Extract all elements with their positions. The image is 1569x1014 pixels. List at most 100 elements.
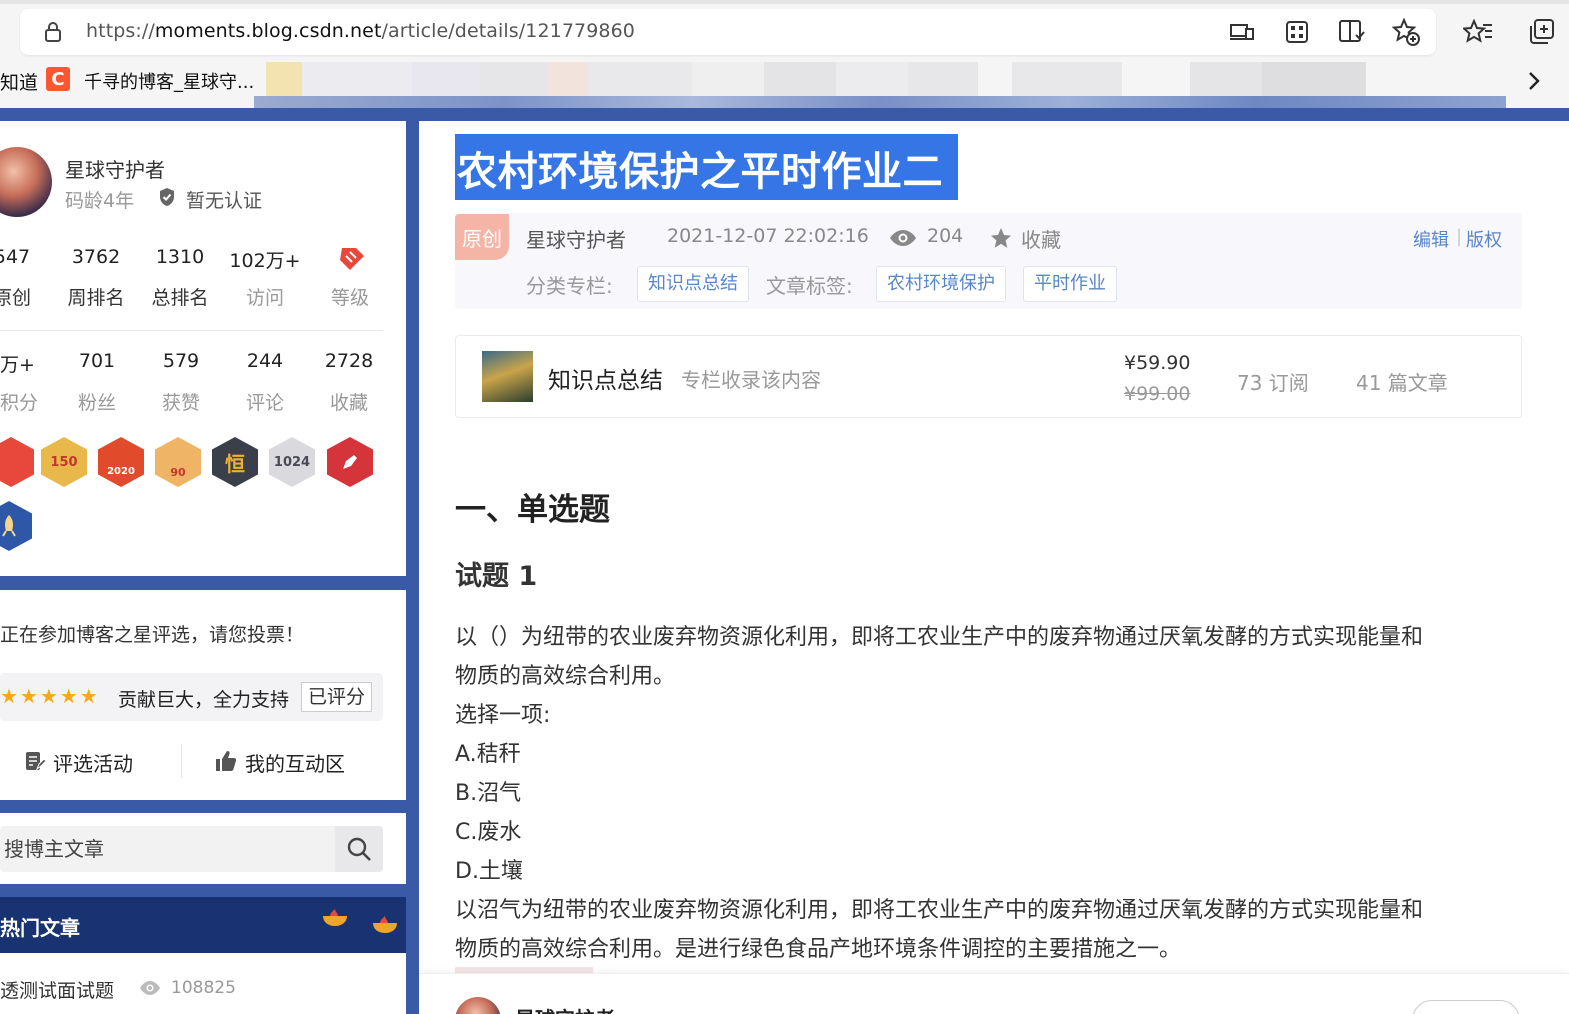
original-tag: 原创	[455, 214, 509, 260]
blurred-bookmark	[908, 62, 978, 98]
meta-date: 2021-12-07 22:02:16	[667, 225, 869, 247]
blurred-bookmark	[764, 62, 836, 98]
stat-fans[interactable]: 701	[55, 350, 139, 372]
column-name[interactable]: 知识点总结	[548, 361, 663, 395]
my-interaction-link[interactable]: 我的互动区	[245, 748, 345, 777]
badge-label: 2020	[107, 465, 135, 477]
column-price: ¥59.90	[1124, 352, 1191, 374]
badge-label: 恒	[225, 451, 245, 476]
apps-icon[interactable]	[1283, 19, 1311, 45]
search-button[interactable]	[335, 826, 383, 872]
divider	[181, 744, 182, 778]
url-text[interactable]: https://moments.blog.csdn.net/article/de…	[86, 20, 635, 42]
badge-label: 1024	[273, 454, 311, 470]
column-original-price: ¥99.00	[1124, 383, 1191, 405]
tags-label: 文章标签:	[766, 274, 853, 298]
url-prefix: https://	[86, 20, 155, 42]
stat-comments: 244	[246, 350, 284, 372]
body-text: 选择一项:	[455, 703, 551, 728]
stat-points: 万+	[0, 354, 35, 376]
favorite-button[interactable]: 收藏	[1021, 224, 1061, 253]
shield-icon	[158, 187, 176, 207]
stat-comments-label: 评论	[245, 392, 284, 414]
fire-bowl-icon	[370, 915, 400, 935]
meta-author[interactable]: 星球守护者	[526, 224, 626, 253]
stat-visits-label: 访问	[245, 287, 284, 309]
follow-button[interactable]	[1412, 1000, 1520, 1014]
article-tag[interactable]: 平时作业	[1023, 266, 1117, 302]
column-subscriptions: 73 订阅	[1237, 371, 1309, 395]
copyright-link[interactable]: 版权	[1466, 226, 1502, 252]
blurred-bookmark	[412, 62, 480, 98]
blurred-bookmark	[302, 62, 412, 98]
blurred-bookmark	[548, 62, 588, 98]
blurred-strip	[254, 96, 1506, 108]
toolbar-author-name[interactable]: 星球守护者	[515, 1003, 615, 1014]
stat-likes: 579	[162, 350, 200, 372]
article-tag[interactable]: 农村环境保护	[876, 266, 1006, 302]
stat-total-rank-label: 总排名	[151, 287, 209, 309]
meta-views: 204	[927, 225, 964, 247]
option-b: B.沼气	[455, 781, 522, 806]
rating-stars-icon[interactable]: ★★★★★	[0, 684, 100, 708]
stat-favorites: 2728	[324, 350, 374, 372]
blurred-bookmark	[1190, 62, 1262, 98]
vote-prompt: 正在参加博客之星评选，请您投票！	[0, 624, 305, 646]
favorites-icon[interactable]	[1462, 17, 1494, 47]
body-text: 以（）为纽带的农业废弃物资源化利用，即将工农业生产中的废弃物通过厌氧发酵的方式实…	[455, 625, 1424, 650]
article-title[interactable]: 农村环境保护之平时作业二	[457, 139, 943, 197]
stat-total-rank[interactable]: 1310	[138, 246, 222, 268]
column-thumbnail[interactable]	[482, 351, 533, 402]
blurred-bookmark	[692, 62, 764, 98]
hot-article-title[interactable]: 透测试面试题	[0, 976, 114, 1003]
question-heading: 试题 1	[455, 561, 538, 592]
vote-comment: 贡献巨大，全力支持	[118, 689, 290, 711]
category-label: 分类专栏:	[526, 274, 613, 298]
body-text: 以沼气为纽带的农业废弃物资源化利用，即将工农业生产中的废弃物通过厌氧发酵的方式实…	[455, 898, 1424, 923]
reader-view-icon[interactable]	[1337, 18, 1367, 46]
lock-icon[interactable]	[42, 20, 64, 44]
blurred-bookmark	[588, 62, 692, 98]
verify-status: 暂无认证	[186, 190, 263, 212]
eye-icon	[139, 980, 161, 996]
option-d: D.土壤	[455, 859, 523, 884]
stat-original-count[interactable]: 547	[0, 246, 54, 268]
edit-list-icon	[24, 750, 47, 772]
badge-label: 150	[50, 454, 78, 470]
section-heading: 一、单选题	[455, 492, 610, 528]
evaluation-activity-link[interactable]: 评选活动	[53, 748, 133, 777]
rated-button[interactable]: 已评分	[301, 682, 373, 712]
search-icon	[347, 837, 371, 861]
chevron-right-icon[interactable]	[1522, 68, 1546, 94]
csdn-logo-icon: C	[46, 67, 70, 91]
stat-week-rank[interactable]: 3762	[54, 246, 138, 268]
eye-icon	[889, 228, 917, 248]
search-input[interactable]	[0, 826, 335, 872]
level-icon[interactable]	[336, 244, 366, 272]
collections-icon[interactable]	[1528, 17, 1560, 47]
edit-link[interactable]: 编辑	[1413, 226, 1449, 252]
hot-articles-title: 热门文章	[0, 916, 80, 940]
stat-week-rank-label: 周排名	[67, 287, 125, 309]
tab-strip-edge	[0, 0, 1569, 4]
url-host: moments.blog.csdn.net	[154, 20, 382, 42]
divider	[0, 330, 383, 331]
column-article-count: 41 篇文章	[1356, 371, 1448, 395]
device-icon[interactable]	[1228, 20, 1256, 44]
blurred-bookmark	[266, 62, 302, 98]
star-icon[interactable]	[989, 226, 1013, 250]
blurred-bookmark	[1262, 62, 1366, 98]
body-text: 物质的高效综合利用。是进行绿色食品产地环境条件调控的主要措施之一。	[455, 937, 1182, 962]
option-a: A.秸秆	[455, 742, 521, 767]
add-favorite-icon[interactable]	[1391, 17, 1421, 47]
stat-level-label: 等级	[330, 287, 369, 309]
body-text: 物质的高效综合利用。	[455, 664, 676, 689]
thumbs-up-icon	[215, 750, 237, 772]
category-tag[interactable]: 知识点总结	[637, 266, 749, 302]
code-age: 码龄4年	[65, 190, 135, 212]
stat-original-label: 原创	[0, 287, 31, 309]
stat-visits: 102万+	[229, 250, 301, 272]
author-name[interactable]: 星球守护者	[65, 154, 165, 183]
bookmark-fragment[interactable]: 知道	[0, 68, 38, 95]
bookmark-csdn-blog[interactable]: 千寻的博客_星球守...	[84, 68, 254, 94]
